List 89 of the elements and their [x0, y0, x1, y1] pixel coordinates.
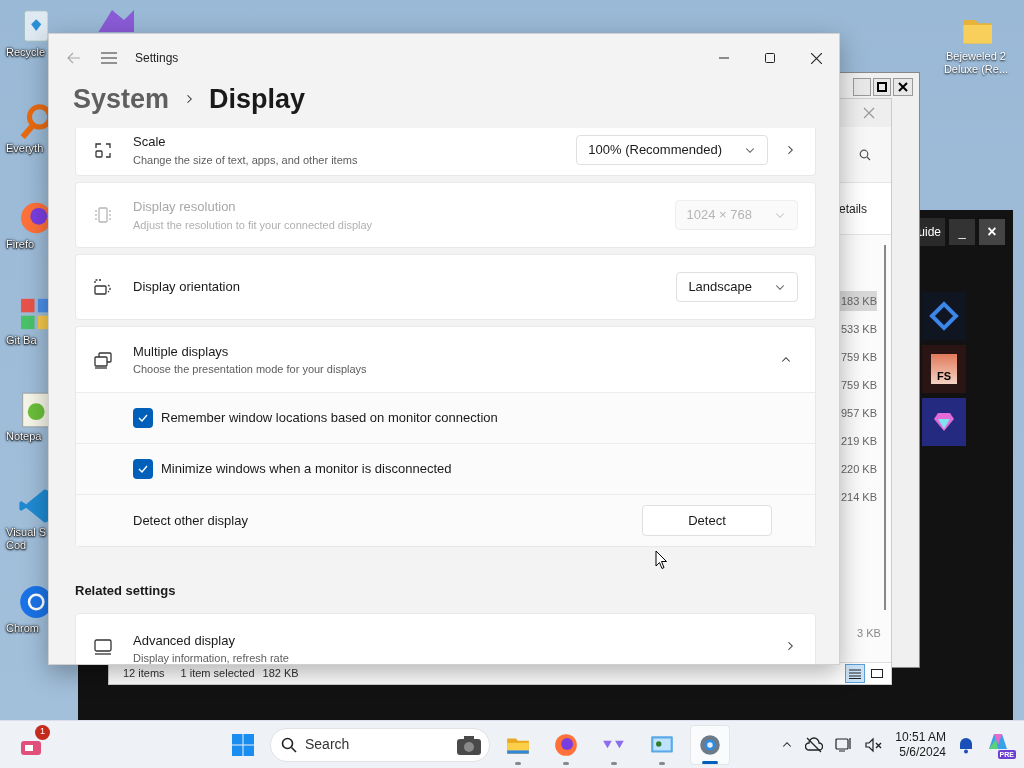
tile-icon	[871, 668, 883, 679]
bell-icon[interactable]	[958, 735, 974, 754]
app-icon	[928, 300, 960, 332]
icon-label: Deluxe (Re...	[943, 63, 1009, 76]
status-text: 12 items	[123, 666, 165, 682]
resolution-icon	[93, 205, 113, 225]
file-size: 759 KB	[839, 378, 877, 393]
checkmark-icon	[137, 463, 149, 475]
maximize-icon	[765, 53, 775, 63]
app-tile[interactable]	[922, 398, 966, 446]
diamond-icon	[933, 412, 955, 432]
setting-title: Display resolution	[133, 198, 237, 216]
browser-icon	[553, 731, 579, 758]
app-tile[interactable]	[922, 292, 966, 340]
status-text: 1 item selected	[180, 666, 255, 682]
time-text: 10:51 AM	[895, 729, 946, 745]
file-size: 957 KB	[839, 406, 877, 421]
mouse-pointer-icon	[655, 550, 668, 570]
close-button[interactable]: ×	[979, 219, 1005, 245]
camera-icon	[455, 733, 483, 756]
app-tile[interactable]: FS	[922, 345, 966, 393]
date-text: 5/6/2024	[899, 744, 946, 760]
breadcrumb-link[interactable]: System	[73, 78, 170, 120]
checkbox[interactable]	[133, 408, 153, 428]
rotate-screen-icon	[93, 277, 113, 297]
file-size: 3 KB	[857, 626, 881, 641]
search-icon	[281, 736, 297, 753]
setting-card[interactable]: Advanced display Display information, refresh rate	[75, 612, 816, 664]
close-icon	[898, 82, 908, 92]
file-size: 533 KB	[839, 322, 877, 337]
dropdown[interactable]: Landscape	[676, 272, 798, 302]
icon-label: Bejeweled 2	[946, 50, 1006, 63]
clock[interactable]: 10:51 AM 5/6/2024	[895, 729, 946, 760]
icon-label: Git Ba	[6, 334, 37, 347]
close-icon	[810, 52, 822, 64]
icon-label: Notepa	[6, 430, 42, 443]
setting-description: Display information, refresh rate	[133, 651, 289, 664]
menu-icon[interactable]	[101, 52, 117, 64]
setting-title: Scale	[133, 133, 167, 151]
file-size: 759 KB	[839, 350, 877, 365]
search-icon[interactable]	[859, 148, 871, 161]
taskbar-app[interactable]	[690, 724, 730, 765]
search-field[interactable]: Search	[270, 727, 490, 762]
tab-label[interactable]: etails	[839, 199, 867, 218]
app-icon: FS	[931, 354, 957, 384]
scale-icon	[93, 140, 113, 160]
icon-label: Visual S	[6, 526, 47, 539]
setting-description: Change the size of text, apps, and other items	[133, 152, 358, 168]
search-input[interactable]: Search	[305, 734, 425, 755]
icon-label: Chrom	[6, 622, 39, 635]
dropdown[interactable]: 100% (Recommended)	[576, 135, 768, 165]
section-heading: Related settings	[75, 582, 177, 600]
checkbox-label: Remember window locations based on monitor connection	[161, 409, 498, 428]
file-size: 220 KB	[839, 462, 877, 477]
checkbox-label: Minimize windows when a monitor is disconnected	[161, 460, 452, 479]
file-size: 183 KB	[839, 291, 877, 311]
details-view-button[interactable]	[845, 664, 865, 683]
setting-title: Multiple displays	[133, 342, 230, 361]
icon-label: Recycle	[6, 46, 46, 59]
maximize-button[interactable]	[873, 78, 891, 96]
setting-title: Detect other display	[133, 511, 248, 530]
cloud-off-icon[interactable]	[805, 736, 824, 753]
checkmark-icon	[137, 412, 149, 424]
windows-logo-icon	[231, 732, 255, 757]
list-icon	[849, 668, 861, 679]
icon-label: Cod	[6, 539, 27, 552]
scrollbar[interactable]	[884, 245, 886, 610]
icon-label: Everyth	[6, 142, 44, 155]
icon-label: Firefo	[6, 238, 35, 251]
setting-description: Adjust the resolution to fit your connected display	[133, 217, 373, 233]
app-icon[interactable]	[16, 486, 48, 526]
detect-button[interactable]: Detect	[642, 505, 772, 536]
notification-badge: 1	[35, 724, 50, 740]
network-icon[interactable]	[835, 736, 854, 753]
setting-description: Choose the presentation mode for your displays	[133, 362, 367, 377]
file-size: 214 KB	[839, 490, 877, 505]
back-arrow-icon[interactable]	[67, 51, 81, 65]
close-icon[interactable]	[863, 107, 875, 119]
close-button[interactable]	[893, 78, 913, 96]
page-title: Display	[209, 82, 306, 116]
checkbox[interactable]	[133, 459, 153, 479]
file-size: 219 KB	[839, 434, 877, 449]
setting-title: Display orientation	[133, 278, 240, 297]
minimize-button[interactable]: _	[949, 219, 975, 245]
two-screens-icon	[93, 349, 113, 370]
status-text: 182 KB	[262, 666, 299, 682]
speaker-muted-icon[interactable]	[865, 736, 884, 753]
window-title: Settings	[135, 50, 179, 67]
setting-title: Advanced display	[133, 631, 236, 650]
